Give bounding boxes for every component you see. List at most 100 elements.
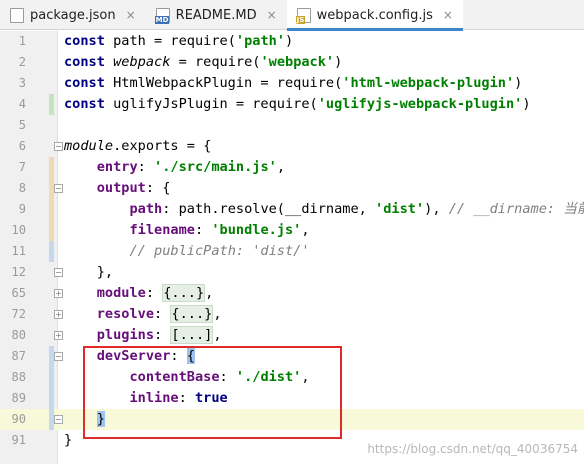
code-token: 'webpack' — [260, 54, 335, 70]
collapse-fold-icon[interactable]: − — [54, 184, 63, 193]
code-token: module — [64, 138, 114, 154]
code-text: plugins: [...], — [64, 325, 222, 346]
code-line[interactable]: 3 const HtmlWebpackPlugin = require('html… — [0, 73, 584, 94]
code-token: 'uglifyjs-webpack-plugin' — [317, 96, 523, 112]
code-line[interactable]: 80 + plugins: [...], — [0, 325, 584, 346]
vcs-change-marker[interactable] — [49, 241, 54, 262]
code-line[interactable]: 2 const webpack = require('webpack') — [0, 52, 584, 73]
code-line[interactable]: 12 − }, — [0, 262, 584, 283]
code-text: module.exports = { — [64, 136, 211, 157]
line-number: 90 — [11, 412, 26, 426]
code-token: ) — [522, 96, 531, 112]
code-line[interactable]: 8 − output: { — [0, 178, 584, 199]
line-number: 12 — [11, 265, 26, 279]
line-number: 89 — [11, 391, 26, 405]
code-text: module: {...}, — [64, 283, 213, 304]
collapse-fold-icon[interactable]: − — [54, 352, 63, 361]
code-token: require — [276, 75, 335, 91]
code-token: entry — [96, 159, 138, 175]
code-line[interactable]: 65 + module: {...}, — [0, 283, 584, 304]
code-text: entry: './src/main.js', — [64, 157, 285, 178]
code-line[interactable]: 11 // publicPath: 'dist/' — [0, 241, 584, 262]
code-token: .exports = { — [113, 138, 212, 154]
highlight-annotation-box — [83, 346, 342, 439]
code-token: , — [301, 222, 310, 238]
code-line[interactable]: 72 + resolve: {...}, — [0, 304, 584, 325]
code-token: } — [64, 432, 73, 448]
code-token: ) — [514, 75, 523, 91]
collapse-fold-icon[interactable]: − — [54, 142, 63, 151]
code-token: = — [170, 54, 195, 70]
line-number: 88 — [11, 370, 26, 384]
code-text: const uglifyJsPlugin = require('uglifyjs… — [64, 94, 531, 115]
line-number: 87 — [11, 349, 26, 363]
code-token: plugins — [96, 327, 155, 343]
expand-fold-icon[interactable]: + — [54, 331, 63, 340]
expand-fold-icon[interactable]: + — [54, 310, 63, 319]
javascript-file-icon: JS — [295, 7, 311, 24]
code-token: const — [64, 54, 114, 70]
code-text: }, — [64, 262, 113, 283]
markdown-file-icon: MD — [154, 7, 170, 24]
code-text: const HtmlWebpackPlugin = require('html-… — [64, 73, 522, 94]
line-number: 3 — [18, 76, 26, 90]
line-number: 72 — [11, 307, 26, 321]
tab-label: README.MD — [175, 7, 257, 23]
code-token: './src/main.js' — [154, 159, 277, 175]
code-line[interactable]: 4 const uglifyJsPlugin = require('uglifyj… — [0, 94, 584, 115]
code-line[interactable]: 9 path: path.resolve(__dirname, 'dist'),… — [0, 199, 584, 220]
expand-fold-icon[interactable]: + — [54, 289, 63, 298]
code-line[interactable]: 1 const path = require('path') — [0, 31, 584, 52]
line-number: 7 — [18, 160, 26, 174]
close-icon[interactable]: × — [267, 8, 277, 22]
code-token: ) — [285, 33, 294, 49]
vcs-change-marker[interactable] — [49, 157, 54, 178]
code-token: require — [170, 33, 228, 49]
code-token: : — [154, 327, 171, 343]
code-line[interactable]: 6 − module.exports = { — [0, 136, 584, 157]
code-token: path — [129, 201, 163, 217]
code-line[interactable]: 10 filename: 'bundle.js', — [0, 220, 584, 241]
folded-region[interactable]: {...} — [170, 305, 214, 323]
vcs-change-marker[interactable] — [49, 199, 54, 220]
tab-label: package.json — [30, 7, 116, 23]
tab-2[interactable]: JS webpack.config.js × — [286, 0, 464, 31]
collapse-fold-icon[interactable]: − — [54, 268, 63, 277]
code-token: , — [205, 285, 214, 301]
file-type-badge: JS — [295, 15, 306, 24]
folded-region[interactable]: [...] — [170, 326, 214, 344]
code-token: 'path' — [235, 33, 285, 49]
code-token: require — [194, 54, 253, 70]
file-type-badge: MD — [154, 15, 170, 24]
close-icon[interactable]: × — [126, 8, 136, 22]
code-token: ( — [309, 96, 318, 112]
vcs-change-marker[interactable] — [49, 220, 54, 241]
code-token: ) — [334, 54, 343, 70]
code-token: ), — [424, 201, 449, 217]
close-icon[interactable]: × — [443, 8, 453, 22]
code-token: 'bundle.js' — [211, 222, 302, 238]
vcs-change-marker[interactable] — [49, 94, 54, 115]
line-number: 91 — [11, 433, 26, 447]
vcs-change-marker[interactable] — [49, 367, 54, 388]
tab-0[interactable]: package.json × — [0, 0, 146, 30]
folded-region[interactable]: {...} — [162, 284, 206, 302]
collapse-fold-icon[interactable]: − — [54, 415, 63, 424]
code-token: : { — [145, 180, 171, 196]
code-token: const — [64, 96, 114, 112]
line-number: 9 — [18, 202, 26, 216]
code-token: webpack — [113, 54, 171, 70]
code-token: ( — [227, 33, 236, 49]
code-token: : — [137, 159, 155, 175]
vcs-change-marker[interactable] — [49, 388, 54, 409]
tab-1[interactable]: MD README.MD × — [146, 0, 287, 30]
code-line[interactable]: 5 — [0, 115, 584, 136]
code-line[interactable]: 7 entry: './src/main.js', — [0, 157, 584, 178]
line-number: 5 — [18, 118, 26, 132]
code-token: , — [213, 306, 222, 322]
